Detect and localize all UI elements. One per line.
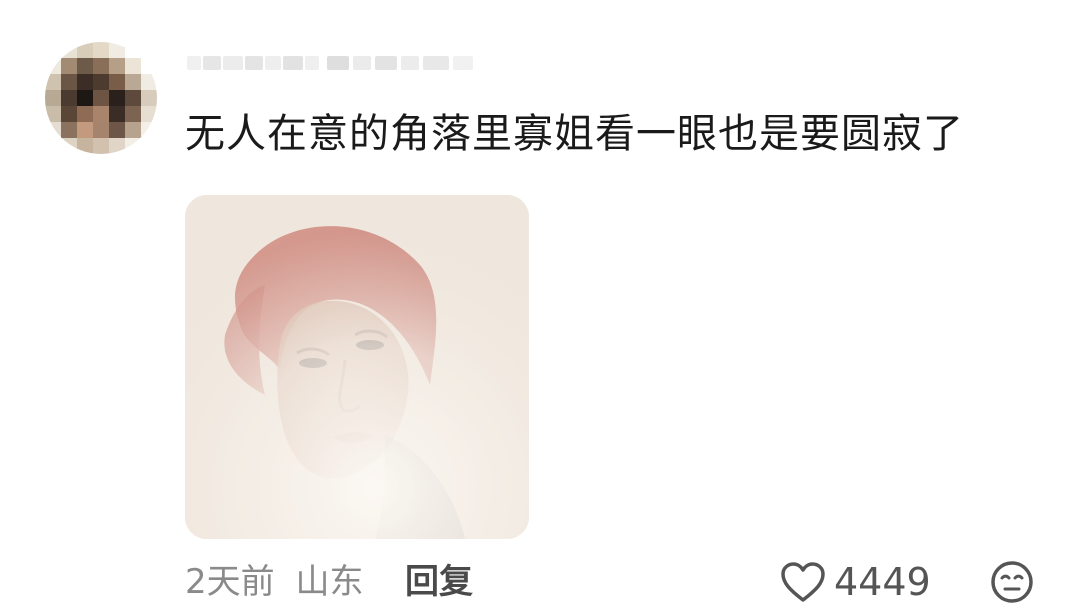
avatar-pixel [77, 90, 94, 107]
avatar-pixel [109, 42, 126, 59]
username-blur-block [375, 56, 397, 70]
username-blur-block [353, 56, 371, 70]
avatar-pixel [109, 138, 126, 154]
username-blur-block [283, 56, 303, 70]
avatar-pixel [125, 58, 142, 75]
avatar-pixel [61, 58, 78, 75]
avatar-pixel [109, 74, 126, 91]
avatar-pixel [109, 90, 126, 107]
username-blur-block [327, 56, 349, 70]
avatar-pixel [125, 138, 142, 154]
avatar-pixel [61, 74, 78, 91]
username-blur-block [401, 56, 419, 70]
avatar-pixel [125, 90, 142, 107]
avatar-pixel [141, 74, 157, 91]
avatar-pixel [77, 58, 94, 75]
username-blur-block [453, 56, 473, 70]
avatar-pixel [109, 122, 126, 139]
username-blur-block [423, 56, 449, 70]
username-blur-block [203, 56, 221, 70]
avatar[interactable] [45, 42, 157, 154]
avatar-pixel [45, 122, 62, 139]
avatar-pixel [93, 90, 110, 107]
avatar-pixel [93, 106, 110, 123]
avatar-pixel [61, 138, 78, 154]
like-button[interactable]: 4449 [780, 556, 931, 608]
avatar-pixel [125, 106, 142, 123]
avatar-pixel [77, 138, 94, 154]
reaction-button[interactable] [990, 560, 1034, 608]
avatar-pixel [125, 42, 142, 59]
avatar-pixel [125, 122, 142, 139]
heart-outline-icon [780, 561, 826, 603]
avatar-pixel [45, 106, 62, 123]
avatar-pixel [125, 74, 142, 91]
username-blur-block [305, 56, 319, 70]
avatar-pixel [93, 58, 110, 75]
avatar-pixel [45, 74, 62, 91]
avatar-pixel [77, 122, 94, 139]
avatar-pixel [141, 58, 157, 75]
comment-text: 无人在意的角落里寡姐看一眼也是要圆寂了 [185, 111, 964, 157]
avatar-pixel [45, 138, 62, 154]
avatar-pixel [45, 90, 62, 107]
avatar-pixel [93, 122, 110, 139]
avatar-pixel [77, 74, 94, 91]
avatar-pixel [77, 42, 94, 59]
avatar-pixel [141, 106, 157, 123]
username-blur-block [223, 56, 243, 70]
attached-image[interactable] [185, 195, 529, 539]
username-blur-block [265, 56, 281, 70]
avatar-pixel [45, 58, 62, 75]
comment-item: 无人在意的角落里寡姐看一眼也是要圆寂了 2天前 山东 回复 4449 [0, 0, 1080, 614]
avatar-pixel [141, 42, 157, 59]
avatar-pixel [61, 106, 78, 123]
avatar-pixel [93, 74, 110, 91]
avatar-pixel [45, 42, 62, 59]
comment-location: 山东 [295, 562, 364, 602]
like-count: 4449 [834, 560, 931, 604]
avatar-pixel [141, 122, 157, 139]
avatar-pixel [61, 90, 78, 107]
avatar-pixel [61, 42, 78, 59]
portrait-image [185, 195, 529, 539]
avatar-pixel [93, 138, 110, 154]
username-redacted[interactable] [187, 44, 487, 86]
avatar-pixel [109, 58, 126, 75]
avatar-pixel [93, 42, 110, 59]
username-blur-block [187, 56, 201, 70]
avatar-pixel [61, 122, 78, 139]
avatar-pixel [77, 106, 94, 123]
avatar-pixel [141, 90, 157, 107]
neutral-face-icon [990, 561, 1034, 608]
comment-time: 2天前 [185, 562, 275, 602]
comment-meta: 2天前 山东 [185, 556, 363, 608]
avatar-pixel [109, 106, 126, 123]
avatar-pixel [141, 138, 157, 154]
reply-button[interactable]: 回复 [405, 556, 473, 608]
username-blur-block [245, 56, 263, 70]
